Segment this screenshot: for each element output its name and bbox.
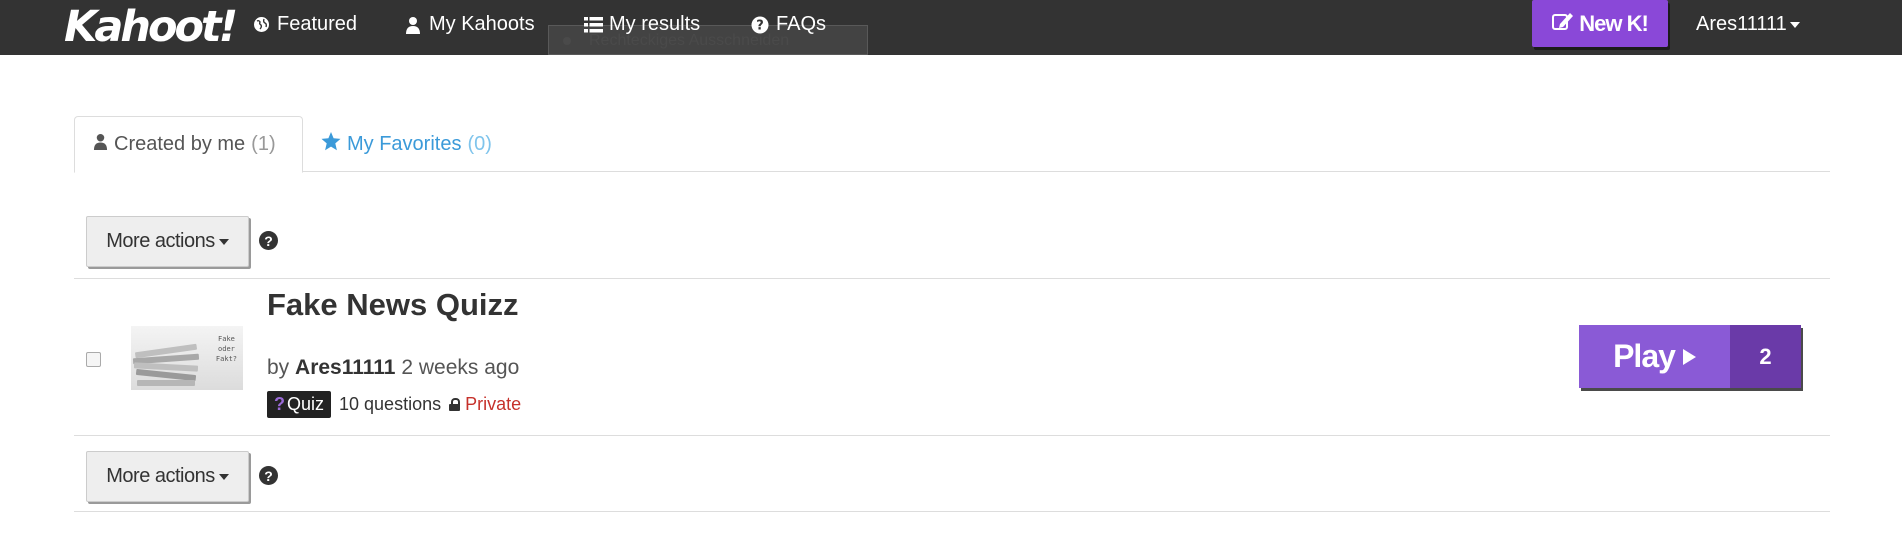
nav-featured-label: Featured xyxy=(277,13,358,35)
chevron-down-icon xyxy=(1789,21,1800,28)
kahoot-thumbnail[interactable]: Fake oder Fakt? xyxy=(131,326,243,390)
visibility-status: Private xyxy=(449,394,521,415)
top-navbar: Kahoot! Featured My Kahoots My results R… xyxy=(0,0,1902,55)
more-actions-label: More actions xyxy=(106,230,215,252)
new-kahoot-button[interactable]: New K! xyxy=(1532,0,1668,47)
username: Ares11111 xyxy=(1696,13,1787,35)
visibility-label: Private xyxy=(465,394,522,414)
kahoot-title[interactable]: Fake News Quizz xyxy=(267,287,519,323)
kahoot-meta: ? Quiz 10 questions Private xyxy=(267,391,521,418)
action-row-top: More actions ? xyxy=(74,206,1830,276)
tab-favorites-count: (0) xyxy=(467,133,492,155)
help-icon[interactable]: ? xyxy=(259,231,278,250)
more-actions-button[interactable]: More actions xyxy=(86,451,249,502)
nav-featured[interactable]: Featured xyxy=(251,13,357,36)
kahoot-byline: by Ares11111 2 weeks ago xyxy=(267,356,519,380)
tab-created-by-me[interactable]: Created by me (1) xyxy=(74,116,303,173)
question-circle-icon: ? xyxy=(750,15,770,35)
edit-icon xyxy=(1552,11,1574,37)
action-row-bottom: More actions ? xyxy=(74,441,1830,511)
kahoot-logo[interactable]: Kahoot! xyxy=(64,2,238,52)
divider xyxy=(74,435,1830,436)
user-menu[interactable]: Ares11111 xyxy=(1696,13,1800,36)
list-item: Fake oder Fakt? Fake News Quizz by Ares111… xyxy=(74,279,1830,435)
by-label: by xyxy=(267,356,290,379)
tab-my-favorites[interactable]: My Favorites (0) xyxy=(303,116,510,173)
play-label: Play xyxy=(1613,338,1676,374)
divider xyxy=(74,511,1830,512)
question-mark-icon: ? xyxy=(274,394,285,414)
globe-icon xyxy=(251,15,271,35)
user-icon xyxy=(93,133,108,156)
tab-favorites-label: My Favorites xyxy=(347,133,462,155)
play-icon xyxy=(1682,348,1696,365)
tooltip-dot-icon xyxy=(563,37,571,45)
kahoot-tabs: Created by me (1) My Favorites (0) xyxy=(74,116,1830,173)
nav-my-kahoots[interactable]: My Kahoots xyxy=(403,13,535,36)
thumbnail-caption: Fake oder Fakt? xyxy=(215,335,237,363)
kahoot-author[interactable]: Ares11111 xyxy=(295,356,395,379)
tab-created-count: (1) xyxy=(251,133,276,155)
nav-my-kahoots-label: My Kahoots xyxy=(429,13,535,35)
svg-text:?: ? xyxy=(756,18,764,33)
chevron-down-icon xyxy=(218,238,229,245)
play-button[interactable]: Play 2 xyxy=(1579,325,1801,388)
question-count: 10 questions xyxy=(339,394,442,414)
quiz-type-badge: ? Quiz xyxy=(267,391,332,418)
help-icon[interactable]: ? xyxy=(259,466,278,485)
select-checkbox[interactable] xyxy=(86,352,101,367)
star-icon xyxy=(321,132,341,157)
lock-icon xyxy=(449,398,461,411)
play-main[interactable]: Play xyxy=(1579,325,1730,388)
chevron-down-icon xyxy=(218,473,229,480)
tab-created-label: Created by me xyxy=(114,133,246,155)
new-kahoot-label: New K! xyxy=(1579,10,1649,36)
more-actions-button[interactable]: More actions xyxy=(86,216,249,267)
more-actions-label: More actions xyxy=(106,465,215,487)
nav-faqs[interactable]: ? FAQs xyxy=(750,13,826,36)
nav-faqs-label: FAQs xyxy=(776,13,827,35)
quiz-type-label: Quiz xyxy=(287,394,325,414)
user-icon xyxy=(403,15,423,35)
play-count: 2 xyxy=(1730,325,1801,388)
kahoot-age: 2 weeks ago xyxy=(401,356,520,379)
